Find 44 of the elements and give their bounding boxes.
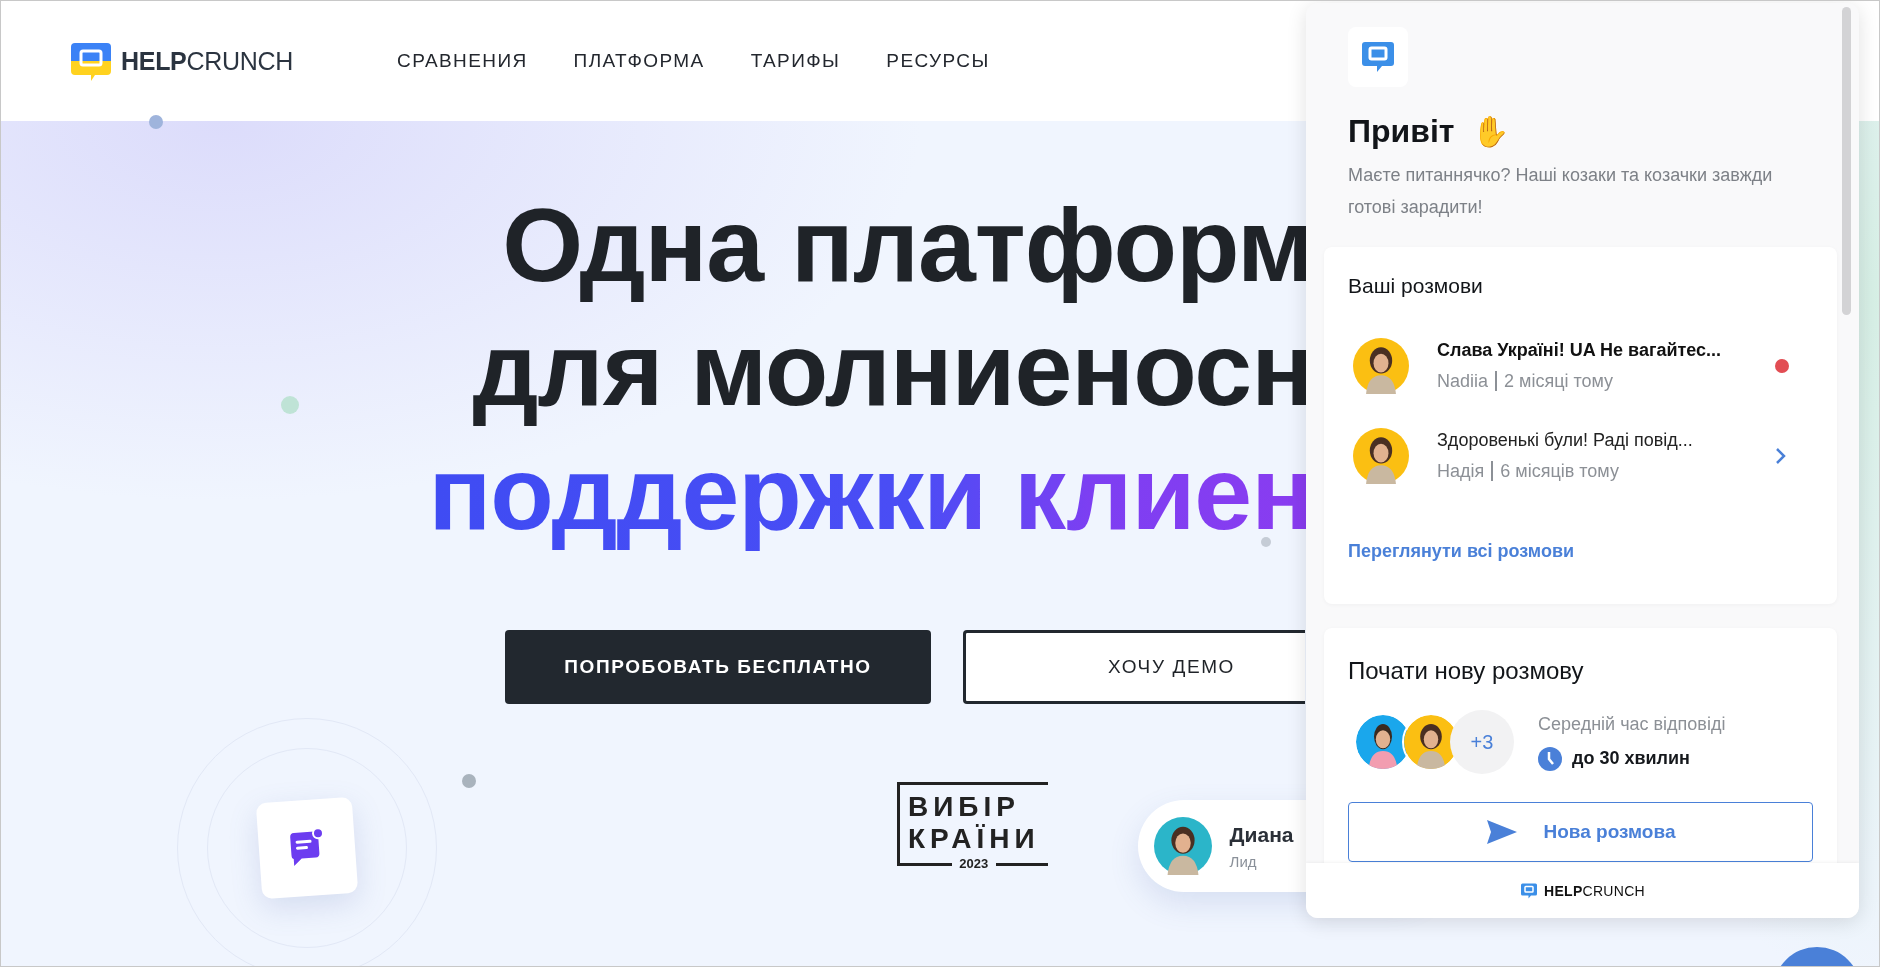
- scrollbar[interactable]: [1842, 7, 1851, 315]
- avatar: [1353, 338, 1409, 394]
- dot-decoration: [281, 396, 299, 414]
- logo-text[interactable]: HELPCRUNCH: [121, 46, 293, 76]
- chat-bubble-icon: [1520, 881, 1538, 900]
- conversation-item[interactable]: Здоровенькі були! Раді повід... Надія 6 місяців тому: [1348, 411, 1813, 501]
- card-title: Почати нову розмову: [1348, 656, 1585, 686]
- message-preview: Здоровенькі були! Раді повід...: [1437, 430, 1694, 451]
- nav-link[interactable]: СРАВНЕНИЯ: [397, 50, 528, 72]
- response-time: до 30 хвилин: [1572, 748, 1690, 769]
- award-year: 2023: [951, 857, 996, 871]
- greeting-title: Привіт: [1348, 112, 1455, 150]
- author-name: Nadiia: [1437, 371, 1489, 391]
- greeting-subtitle: Маєте питаннячко? Наші козаки та козачки завжди готові зарадити!: [1348, 164, 1773, 219]
- clock-icon: [1538, 746, 1562, 771]
- response-label: Середній час відповіді: [1538, 713, 1726, 735]
- dot-decoration: [1261, 537, 1271, 547]
- demo-button[interactable]: ХОЧУ ДЕМО: [963, 630, 1305, 704]
- contact-role: Лид: [1229, 852, 1258, 870]
- hand-icon: ✋: [1472, 113, 1510, 149]
- conversation-item[interactable]: Слава Україні! UA Не вагайтес... Nadiia 2 місяці тому: [1348, 321, 1813, 411]
- dot-decoration: [462, 774, 476, 788]
- headline-text: Одна платформ: [502, 186, 1313, 305]
- nav-link[interactable]: РЕСУРСЫ: [886, 50, 990, 72]
- view-all-link[interactable]: Переглянути всі розмови: [1348, 541, 1574, 562]
- new-conversation-button[interactable]: Нова розмова: [1348, 802, 1813, 862]
- nav-link[interactable]: ТАРИФЫ: [750, 50, 841, 72]
- award-title: ВИБІР: [908, 791, 1021, 823]
- message-time: 6 місяців тому: [1491, 461, 1619, 481]
- author-name: Надія: [1437, 461, 1485, 481]
- avatar: [1153, 817, 1212, 875]
- send-icon: [1485, 819, 1518, 845]
- dot-decoration: [149, 115, 163, 129]
- logo-text[interactable]: HELPCRUNCH: [1544, 882, 1645, 899]
- nav-link[interactable]: ПЛАТФОРМА: [573, 50, 705, 72]
- try-free-button[interactable]: ПОПРОБОВАТЬ БЕСПЛАТНО: [505, 630, 931, 704]
- message-time: 2 місяці тому: [1495, 371, 1614, 391]
- contact-name: Диана: [1229, 822, 1294, 847]
- award-title: КРАЇНИ: [908, 823, 1040, 855]
- card-title: Ваші розмови: [1348, 273, 1484, 299]
- headline-text: для молниеносн: [472, 310, 1313, 429]
- more-agents-count: +3: [1450, 710, 1514, 774]
- message-preview: Слава Україні! UA Не вагайтес...: [1437, 340, 1723, 361]
- avatar: [1353, 428, 1409, 484]
